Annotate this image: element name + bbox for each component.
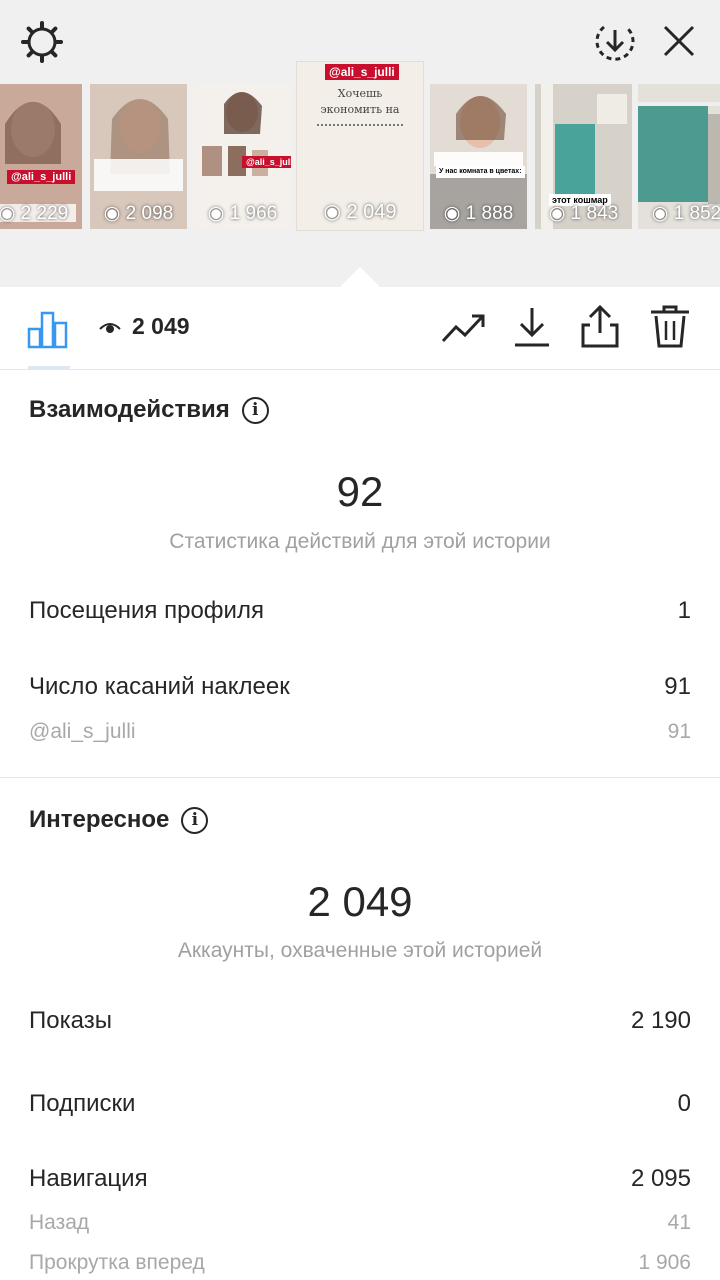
download-icon[interactable] [512,305,552,349]
stat-label: Показы [29,1007,112,1034]
stat-value: 1 906 [638,1251,691,1274]
stat-subrow: @ali_s_julli 91 [29,720,691,744]
stat-value: 91 [664,673,691,700]
views-count: 2 049 [132,313,190,339]
interactions-caption: Статистика действий для этой истории [169,530,551,553]
stat-label: Посещения профиля [29,597,264,624]
info-icon[interactable]: i [181,806,209,834]
stat-value: 1 [677,597,691,624]
close-icon[interactable] [656,18,702,64]
stat-label: @ali_s_julli [29,720,136,743]
story-views: ◉ 1 966 [207,203,278,224]
stat-value: 41 [667,1211,691,1234]
stories-strip: @ali_s_julli ◉ 2 229 ◉ 2 098 @ali_s_jull… [0,62,720,252]
stat-label: Назад [29,1211,90,1234]
stat-value: 91 [667,720,691,743]
story-text: Хочешь экономить на [320,87,400,116]
story-mention-tag: @ali_s_julli [7,170,76,184]
download-circle-icon[interactable] [590,18,640,66]
story-views: ◉ 1 888 [443,203,514,224]
info-icon[interactable]: i [241,396,269,424]
story-views: ◉ 2 229 [0,203,69,224]
section-divider [0,777,720,778]
interactions-total: 92 [336,468,384,515]
stat-label: Навигация [29,1165,148,1192]
trash-icon[interactable] [648,303,692,349]
stat-subrow: Прокрутка вперед 1 906 [29,1251,691,1275]
stat-value: 2 190 [630,1007,691,1034]
stat-value: 2 095 [630,1165,691,1192]
share-icon[interactable] [578,303,622,349]
story-thumbnail[interactable]: ◉ 2 098 [90,84,187,229]
story-header: @ali_s_julli ◉ 2 229 ◉ 2 098 @ali_s_jull… [0,0,720,287]
bar-chart-icon[interactable] [26,305,70,349]
section-title: Взаимодействия [29,396,230,423]
story-views: ◉ 1 852 [651,203,720,224]
story-views: ◉ 2 098 [103,203,174,224]
stat-row: Навигация 2 095 [29,1165,691,1193]
section-title: Интересное [29,806,170,833]
stat-label: Прокрутка вперед [29,1251,205,1274]
story-mention-tag: @ali_s_julli [325,64,399,80]
discovery-caption: Аккаунты, охваченные этой историей [177,939,543,962]
active-tab-indicator [28,366,70,369]
story-mention-tag: @ali_s_julli [242,156,291,168]
story-views: ◉ 2 049 [323,201,397,223]
stat-subrow: Назад 41 [29,1211,691,1235]
story-thumbnail[interactable]: @ali_s_julli ◉ 2 229 [0,84,82,229]
selected-story-pointer [340,267,380,287]
stat-label: Число касаний наклеек [29,673,290,700]
stat-value: 0 [677,1090,691,1117]
story-dotted-line [317,124,403,126]
gear-icon[interactable] [18,18,66,66]
story-thumbnail[interactable]: @ali_s_julli ◉ 1 966 [194,84,291,229]
story-thumbnail[interactable]: У нас комната в цветах: ◉ 1 888 [430,84,527,229]
story-label: У нас комната в цветах: [436,166,525,178]
story-thumbnail-selected[interactable]: @ali_s_julli Хочешь экономить на ◉ 2 049 [297,62,423,230]
interactions-title-row: Взаимодействия i [29,396,269,424]
stat-row: Число касаний наклеек 91 [29,673,691,701]
insights-toolbar: 2 049 [0,287,720,370]
story-views: ◉ 1 843 [548,203,619,224]
stat-label: Подписки [29,1090,136,1117]
stat-row: Подписки 0 [29,1090,691,1118]
discovery-title-row: Интересное i [29,806,209,834]
trending-icon[interactable] [440,309,486,347]
story-thumbnail[interactable]: этот кошмар ◉ 1 843 [535,84,632,229]
stat-row: Показы 2 190 [29,1007,691,1035]
discovery-total: 2 049 [307,878,413,925]
eye-icon [98,317,122,337]
story-thumbnail[interactable]: ◉ 1 852 [638,84,720,229]
stat-row: Посещения профиля 1 [29,597,691,625]
